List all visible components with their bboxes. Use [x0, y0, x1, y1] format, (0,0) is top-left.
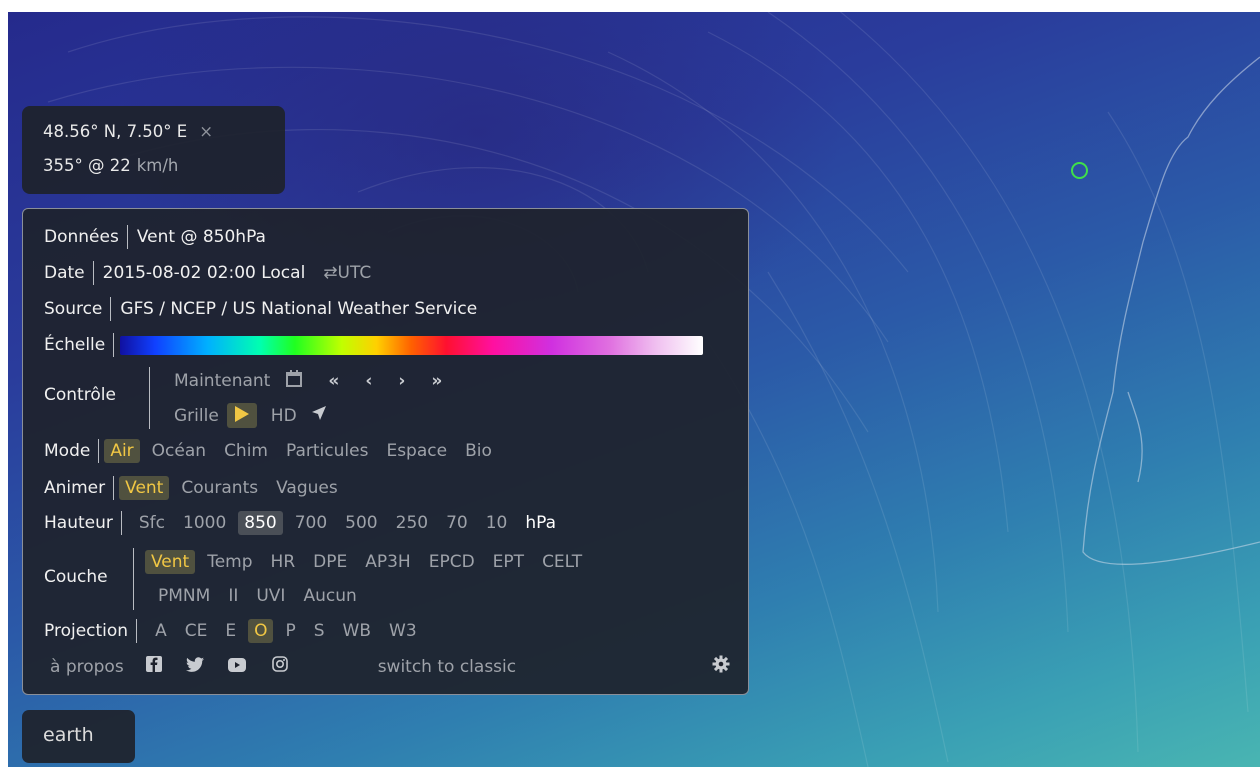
data-value: Vent @ 850hPa — [136, 227, 266, 247]
layer-vent[interactable]: Vent — [145, 550, 196, 574]
hd-toggle[interactable]: HD — [265, 404, 303, 428]
height-500[interactable]: 500 — [339, 511, 383, 535]
height-row: Hauteur Sfc 1000 850 700 500 250 70 10 h… — [44, 511, 568, 535]
projection-e[interactable]: E — [219, 619, 242, 643]
back-step-button[interactable]: ‹ — [359, 369, 378, 393]
projection-o[interactable]: O — [248, 619, 274, 643]
height-250[interactable]: 250 — [390, 511, 434, 535]
footer-row: à propos switch to classic — [50, 655, 730, 678]
source-value: GFS / NCEP / US National Weather Service — [120, 299, 478, 319]
layer-epcd[interactable]: EPCD — [423, 550, 481, 574]
animate-vagues[interactable]: Vagues — [270, 476, 344, 500]
height-1000[interactable]: 1000 — [177, 511, 232, 535]
date-value[interactable]: 2015-08-02 02:00 Local — [103, 263, 306, 283]
spot-wind-value: 355° @ 22 — [43, 156, 131, 175]
mode-row: Mode Air Océan Chim Particules Espace Bi… — [44, 439, 504, 463]
wind-unit-toggle[interactable]: km/h — [137, 156, 179, 175]
spot-coordinates: 48.56° N, 7.50° E — [43, 122, 188, 141]
back-day-button[interactable]: « — [322, 369, 345, 393]
animate-row: Animer Vent Courants Vagues — [44, 476, 350, 500]
layer-pmnm[interactable]: PMNM — [152, 584, 216, 608]
location-arrow-icon[interactable] — [311, 405, 327, 426]
height-label: Hauteur — [44, 513, 113, 533]
about-link[interactable]: à propos — [50, 657, 124, 677]
location-marker[interactable] — [1071, 162, 1088, 179]
layer-dpe[interactable]: DPE — [307, 550, 353, 574]
color-scale-bar[interactable] — [120, 335, 704, 355]
source-row: Source GFS / NCEP / US National Weather … — [44, 297, 477, 321]
layer-aucun[interactable]: Aucun — [297, 584, 362, 608]
layer-uvi[interactable]: UVI — [250, 584, 291, 608]
animate-vent[interactable]: Vent — [119, 476, 170, 500]
scale-row: Échelle — [44, 333, 704, 357]
spot-info-panel: 48.56° N, 7.50° E × 355° @ 22 km/h — [22, 106, 285, 194]
facebook-icon[interactable] — [145, 656, 162, 677]
mode-bio[interactable]: Bio — [459, 439, 498, 463]
earth-label: earth — [43, 724, 94, 746]
mode-air[interactable]: Air — [104, 439, 140, 463]
mode-espace[interactable]: Espace — [380, 439, 453, 463]
data-label: Données — [44, 227, 119, 247]
projection-ce[interactable]: CE — [179, 619, 214, 643]
play-icon[interactable] — [226, 403, 257, 428]
control-label: Contrôle — [44, 385, 116, 405]
utc-toggle[interactable]: ⇄UTC — [323, 263, 371, 283]
height-70[interactable]: 70 — [440, 511, 474, 535]
calendar-icon[interactable] — [286, 370, 303, 392]
layer-row-2: PMNM II UVI Aucun — [152, 584, 369, 608]
layer-celt[interactable]: CELT — [536, 550, 588, 574]
height-10[interactable]: 10 — [480, 511, 514, 535]
layer-label: Couche — [44, 567, 108, 587]
gear-icon[interactable] — [712, 655, 730, 678]
scale-label: Échelle — [44, 335, 106, 355]
date-label: Date — [44, 263, 85, 283]
forward-step-button[interactable]: › — [392, 369, 411, 393]
layer-ept[interactable]: EPT — [487, 550, 530, 574]
height-850[interactable]: 850 — [238, 511, 283, 535]
layer-hr[interactable]: HR — [265, 550, 302, 574]
mode-ocean[interactable]: Océan — [146, 439, 212, 463]
projection-label: Projection — [44, 621, 129, 641]
height-sfc[interactable]: Sfc — [133, 511, 171, 535]
data-row: Données Vent @ 850hPa — [44, 225, 266, 249]
projection-a[interactable]: A — [149, 619, 173, 643]
layer-row-1: Vent Temp HR DPE AP3H EPCD EPT CELT — [145, 550, 594, 574]
projection-wb[interactable]: WB — [337, 619, 377, 643]
animate-courants[interactable]: Courants — [175, 476, 264, 500]
projection-s[interactable]: S — [308, 619, 331, 643]
date-row: Date 2015-08-02 02:00 Local ⇄UTC — [44, 261, 371, 285]
height-700[interactable]: 700 — [289, 511, 333, 535]
control-row-1: Maintenant « ‹ › » — [168, 369, 454, 393]
control-row-2: Grille HD — [168, 403, 327, 428]
earth-menu-button[interactable]: earth — [22, 710, 135, 763]
menu-panel: Données Vent @ 850hPa Date 2015-08-02 02… — [22, 208, 749, 695]
mode-label: Mode — [44, 441, 91, 461]
projection-row: Projection A CE E O P S WB W3 — [44, 619, 429, 643]
youtube-icon[interactable] — [227, 657, 246, 677]
instagram-icon[interactable] — [271, 656, 288, 677]
animate-label: Animer — [44, 478, 106, 498]
projection-p[interactable]: P — [279, 619, 301, 643]
layer-ii[interactable]: II — [222, 584, 244, 608]
source-label: Source — [44, 299, 103, 319]
layer-ap3h[interactable]: AP3H — [359, 550, 416, 574]
mode-chim[interactable]: Chim — [218, 439, 274, 463]
close-icon[interactable]: × — [199, 122, 213, 141]
projection-w3[interactable]: W3 — [383, 619, 423, 643]
mode-particules[interactable]: Particules — [280, 439, 374, 463]
switch-classic-link[interactable]: switch to classic — [378, 657, 516, 677]
layer-temp[interactable]: Temp — [201, 550, 258, 574]
now-button[interactable]: Maintenant — [168, 369, 276, 393]
forward-day-button[interactable]: » — [425, 369, 448, 393]
twitter-icon[interactable] — [185, 656, 204, 677]
height-unit[interactable]: hPa — [519, 511, 562, 535]
grid-toggle[interactable]: Grille — [168, 404, 225, 428]
